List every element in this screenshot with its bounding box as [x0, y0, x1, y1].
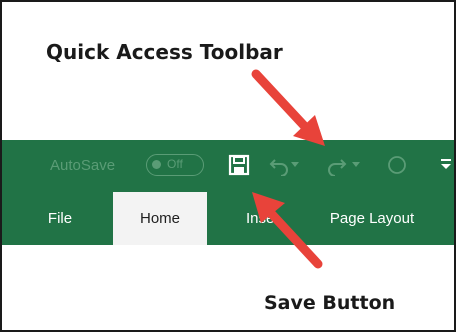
- touch-mode-icon[interactable]: [386, 154, 408, 176]
- undo-dropdown-icon[interactable]: [291, 162, 299, 168]
- redo-icon[interactable]: [326, 154, 348, 176]
- quick-access-toolbar-callout: Quick Access Toolbar: [46, 40, 283, 64]
- tab-page-layout[interactable]: Page Layout: [316, 192, 428, 245]
- toggle-knob: [152, 160, 161, 169]
- autosave-state: Off: [167, 157, 183, 171]
- quick-access-toolbar: AutoSave Off: [2, 140, 454, 192]
- save-icon[interactable]: [228, 154, 250, 176]
- redo-dropdown-icon[interactable]: [352, 162, 360, 168]
- ribbon-tabs: File Home Inse Page Layout: [2, 192, 454, 245]
- excel-ribbon: AutoSave Off File Home Inse Page Layout: [2, 140, 454, 245]
- customize-qat-icon[interactable]: [440, 157, 452, 171]
- autosave-label: AutoSave: [50, 157, 116, 174]
- tab-file[interactable]: File: [40, 192, 80, 245]
- autosave-toggle[interactable]: Off: [146, 154, 204, 176]
- tab-home[interactable]: Home: [113, 192, 207, 245]
- arrow-to-qat: [251, 69, 325, 146]
- save-button-callout: Save Button: [264, 292, 396, 314]
- tab-insert[interactable]: Inse: [246, 192, 290, 245]
- screenshot-frame: Quick Access Toolbar AutoSave Off File H…: [0, 0, 456, 332]
- undo-icon[interactable]: [268, 154, 290, 176]
